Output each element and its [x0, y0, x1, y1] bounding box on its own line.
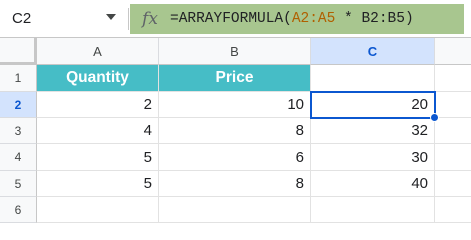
cell-value: 40: [411, 175, 428, 192]
cell-c2[interactable]: 20: [311, 92, 435, 118]
cell-value: 20: [411, 96, 428, 113]
cell-d3[interactable]: [435, 118, 471, 144]
cell-value: 5: [143, 148, 152, 166]
name-box-value: C2: [12, 10, 32, 27]
column-header-d[interactable]: [435, 38, 471, 65]
cell-c6[interactable]: [311, 197, 435, 223]
cell-value: 5: [143, 175, 152, 192]
cell-value: 10: [287, 96, 304, 113]
select-all-corner[interactable]: [0, 38, 37, 65]
row-header-label: 3: [14, 123, 22, 138]
row-header-4[interactable]: 4: [0, 144, 37, 171]
cell-d2[interactable]: [435, 92, 471, 118]
cell-b5[interactable]: 8: [159, 171, 311, 197]
cell-a6[interactable]: [37, 197, 159, 223]
cell-c5[interactable]: 40: [311, 171, 435, 197]
cell-value: 32: [411, 122, 428, 139]
formula-suffix: ): [404, 11, 414, 27]
cell-a4[interactable]: 5: [37, 144, 159, 171]
column-header-label: A: [93, 43, 102, 59]
cell-a1[interactable]: Quantity: [37, 65, 159, 92]
cell-b6[interactable]: [159, 197, 311, 223]
cell-value: 4: [143, 122, 152, 139]
formula-range-b: B2:B5: [361, 11, 405, 27]
cell-d1[interactable]: [435, 65, 471, 92]
formula-prefix: =ARRAYFORMULA(: [170, 11, 292, 27]
row-header-1[interactable]: 1: [0, 65, 37, 92]
cell-value: 8: [295, 175, 304, 192]
row-header-2[interactable]: 2: [0, 92, 37, 118]
cell-a5[interactable]: 5: [37, 171, 159, 197]
cell-c3[interactable]: 32: [311, 118, 435, 144]
name-box-dropdown-icon[interactable]: [106, 14, 116, 20]
row-header-5[interactable]: 5: [0, 171, 37, 197]
cell-b2[interactable]: 10: [159, 92, 311, 118]
fx-icon: fx: [142, 9, 158, 29]
formula-input[interactable]: fx =ARRAYFORMULA(A2:A5 * B2:B5): [130, 4, 464, 34]
row-header-6[interactable]: 6: [0, 197, 37, 223]
row-header-label: 2: [14, 97, 22, 112]
cell-value: Price: [215, 69, 254, 86]
row-header-label: 4: [14, 150, 22, 164]
cell-value: Quantity: [66, 69, 129, 86]
cell-c4[interactable]: 30: [311, 144, 435, 171]
cell-d5[interactable]: [435, 171, 471, 197]
fill-handle[interactable]: [430, 113, 439, 122]
formula-operator: *: [335, 11, 362, 27]
cell-value: 6: [295, 148, 304, 166]
cell-c1[interactable]: [311, 65, 435, 92]
cell-a3[interactable]: 4: [37, 118, 159, 144]
cell-a2[interactable]: 2: [37, 92, 159, 118]
formula-bar: C2 fx =ARRAYFORMULA(A2:A5 * B2:B5): [0, 0, 471, 38]
row-header-label: 5: [14, 176, 22, 191]
column-header-a[interactable]: A: [37, 38, 159, 65]
column-header-label: C: [367, 43, 378, 59]
cell-d6[interactable]: [435, 197, 471, 223]
row-header-3[interactable]: 3: [0, 118, 37, 144]
cell-b4[interactable]: 6: [159, 144, 311, 171]
row-header-label: 6: [14, 202, 22, 217]
divider: [128, 8, 129, 30]
column-header-c[interactable]: C: [311, 38, 435, 65]
cell-value: 30: [411, 148, 428, 166]
cell-d4[interactable]: [435, 144, 471, 171]
row-header-label: 1: [14, 71, 22, 85]
cell-b1[interactable]: Price: [159, 65, 311, 92]
formula-text: =ARRAYFORMULA(A2:A5 * B2:B5): [170, 11, 414, 27]
column-header-b[interactable]: B: [159, 38, 311, 65]
formula-range-a: A2:A5: [291, 11, 336, 27]
cell-b3[interactable]: 8: [159, 118, 311, 144]
column-header-label: B: [230, 43, 239, 59]
cell-value: 8: [295, 122, 304, 139]
cell-value: 2: [143, 96, 152, 113]
